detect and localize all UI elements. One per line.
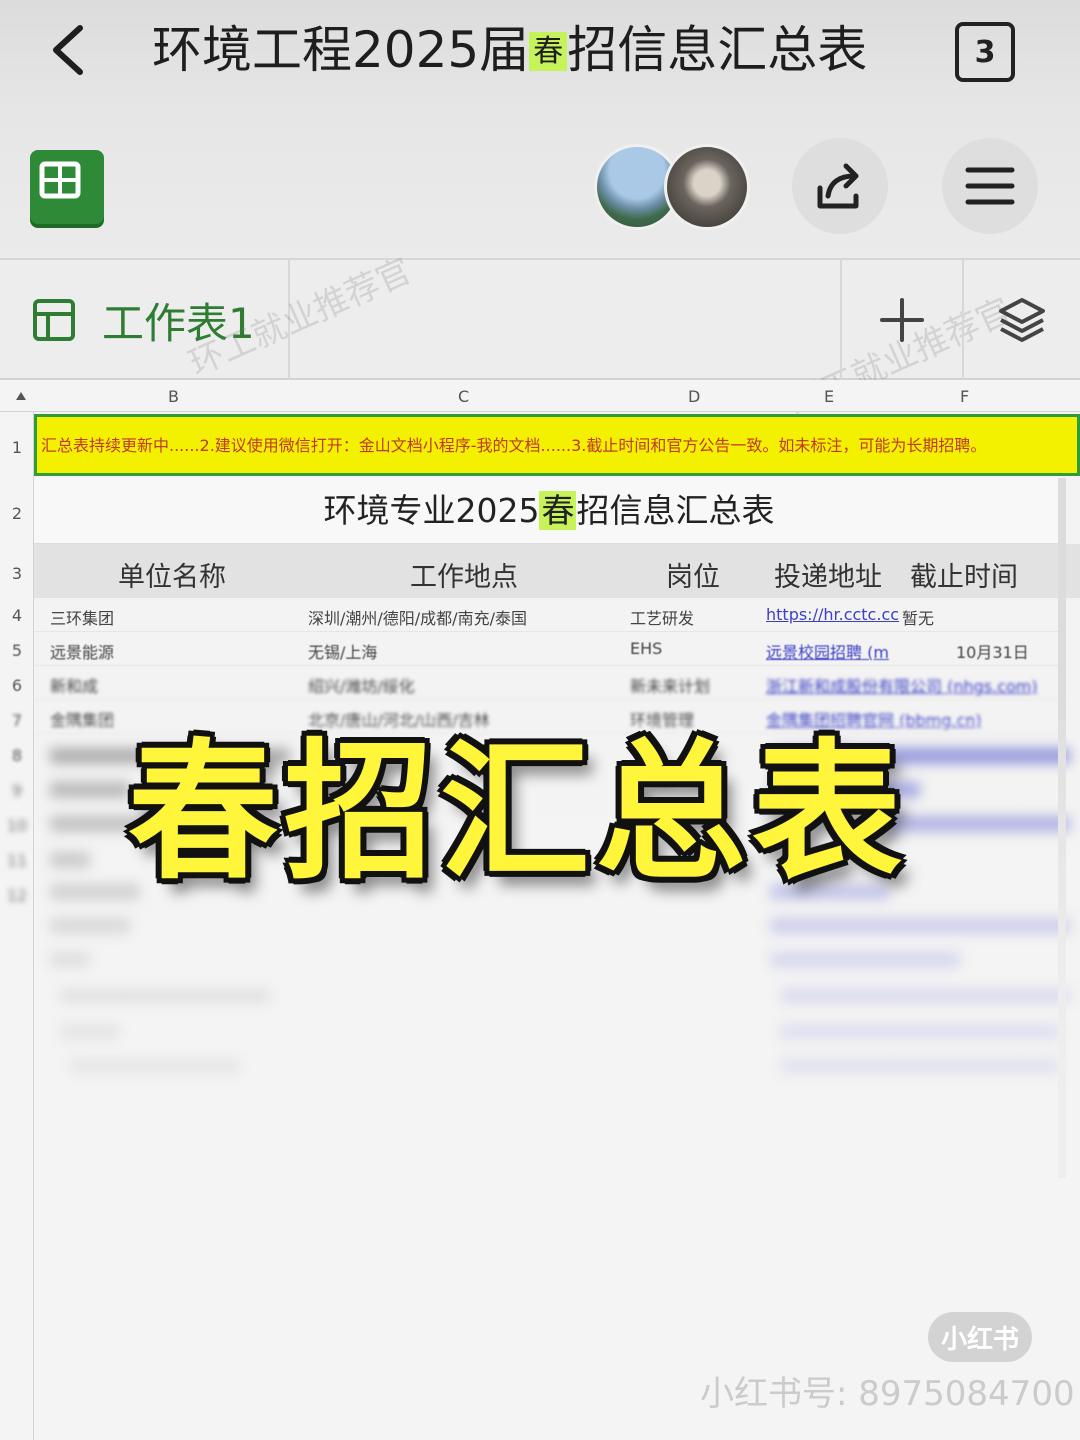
row-number[interactable]: 8	[0, 746, 34, 765]
sheet-list-button[interactable]	[962, 260, 1080, 380]
row-number[interactable]: 7	[0, 711, 34, 730]
row-number[interactable]: 10	[0, 816, 34, 835]
notice-row[interactable]: 汇总表持续更新中......2.建议使用微信打开：金山文档小程序-我的文档...…	[34, 414, 1080, 476]
collaborator-avatar[interactable]	[664, 144, 750, 230]
column-header-b[interactable]: B	[168, 387, 179, 406]
document-title-prefix: 环境工程2025届	[152, 21, 530, 79]
cell-company: 远景能源	[50, 643, 115, 662]
row-number[interactable]: 2	[0, 504, 34, 523]
cell-location: 绍兴/潍坊/绥化	[308, 677, 415, 696]
column-header-f[interactable]: F	[960, 387, 969, 406]
cell-location: 无锡/上海	[308, 643, 378, 662]
cell-deadline: 10月31日	[956, 643, 1029, 662]
brand-logo: 小红书	[928, 1312, 1032, 1362]
cell-apply-link[interactable]: https://hr.cctc.cc	[766, 605, 900, 624]
sheet-tab-bar: 工作表1 环工就业推荐官 环工就业推荐官	[0, 251, 1080, 424]
cell-deadline: 暂无	[902, 609, 935, 628]
overlay-headline: 春招汇总表	[128, 726, 909, 900]
tab-count-badge[interactable]: 3	[955, 22, 1015, 82]
sheet-title-highlight: 春	[539, 491, 577, 530]
cell-location: 深圳/潮州/德阳/成都/南充/泰国	[308, 609, 527, 628]
hamburger-menu-icon	[965, 167, 1015, 205]
sheet-title-suffix: 招信息汇总表	[576, 491, 775, 530]
cell-position: 工艺研发	[630, 609, 695, 628]
cell-company: 三环集团	[50, 609, 115, 628]
sheet-tab-label: 工作表1	[102, 298, 255, 348]
layers-icon	[999, 298, 1045, 342]
back-arrow-icon[interactable]	[44, 22, 94, 78]
cell-position: 新未来计划	[630, 677, 711, 696]
sheet-title-row[interactable]: 环境专业2025春招信息汇总表	[34, 478, 1064, 544]
grid-icon	[39, 161, 81, 199]
header-deadline[interactable]: 截止时间	[910, 555, 1018, 594]
cell-apply-link[interactable]: 远景校园招聘 (m	[766, 639, 900, 663]
header-location[interactable]: 工作地点	[410, 555, 518, 594]
row-number[interactable]: 6	[0, 676, 34, 695]
row-number[interactable]: 12	[0, 886, 34, 905]
cell-company: 新和成	[50, 677, 99, 696]
header-company[interactable]: 单位名称	[118, 555, 226, 594]
spreadsheet-app-icon	[30, 150, 104, 224]
share-icon	[817, 163, 859, 209]
toolbar	[0, 110, 1080, 260]
row-number[interactable]: 1	[0, 438, 34, 457]
add-sheet-button[interactable]	[840, 260, 962, 380]
column-header-e[interactable]: E	[824, 387, 834, 406]
document-title-highlight: 春	[529, 32, 568, 71]
header-position[interactable]: 岗位	[666, 555, 720, 594]
table-row[interactable]: 新和成 绍兴/潍坊/绥化 新未来计划 浙江新和成股份有限公司 (nhgs.com…	[34, 666, 1064, 700]
column-header-bar: B C D E F	[0, 380, 1080, 412]
sheet-title-prefix: 环境专业2025	[323, 491, 540, 530]
menu-button[interactable]	[942, 138, 1038, 234]
row-number[interactable]: 9	[0, 781, 34, 800]
header-apply-link[interactable]: 投递地址	[774, 555, 882, 594]
title-bar: 环境工程2025届 春招信息汇总表 3	[0, 0, 1080, 110]
document-title-suffix: 招信息汇总表	[567, 21, 868, 79]
table-row[interactable]: 三环集团 深圳/潮州/德阳/成都/南充/泰国 工艺研发 https://hr.c…	[34, 598, 1064, 632]
column-header-c[interactable]: C	[458, 387, 469, 406]
row-number[interactable]: 11	[0, 851, 34, 870]
share-button[interactable]	[792, 138, 888, 234]
brand-account-id: 小红书号: 8975084700	[700, 1374, 1075, 1414]
column-header-d[interactable]: D	[688, 387, 700, 406]
table-header-row: 单位名称 工作地点 岗位 投递地址 截止时间	[34, 544, 1080, 598]
row-number[interactable]: 4	[0, 606, 34, 625]
select-all-corner[interactable]	[16, 392, 26, 400]
row-number[interactable]: 5	[0, 641, 34, 660]
sheet-grid-icon	[33, 299, 75, 341]
row-number-column: 1 2 3 4 5 6 7 8 9 10 11 12	[0, 412, 34, 1440]
row-number[interactable]: 3	[0, 564, 34, 583]
cell-position: EHS	[630, 639, 663, 658]
plus-icon	[880, 298, 924, 342]
document-title: 环境工程2025届 春招信息汇总表	[152, 18, 867, 82]
sheet-tab-1[interactable]: 工作表1	[0, 260, 290, 380]
cell-apply-link[interactable]: 浙江新和成股份有限公司 (nhgs.com)	[766, 673, 1056, 697]
table-row[interactable]: 远景能源 无锡/上海 EHS 远景校园招聘 (m 10月31日	[34, 632, 1064, 666]
